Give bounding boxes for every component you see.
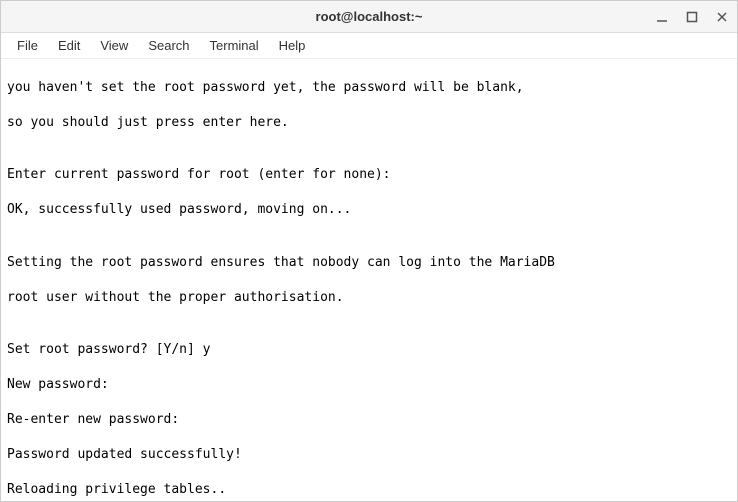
minimize-button[interactable]	[655, 10, 669, 24]
terminal-output[interactable]: you haven't set the root password yet, t…	[1, 59, 737, 501]
window-controls	[655, 1, 729, 33]
terminal-line: New password:	[7, 376, 731, 394]
terminal-line: Setting the root password ensures that n…	[7, 254, 731, 272]
terminal-line: root user without the proper authorisati…	[7, 289, 731, 307]
menu-edit[interactable]: Edit	[48, 35, 90, 56]
terminal-line: OK, successfully used password, moving o…	[7, 201, 731, 219]
titlebar: root@localhost:~	[1, 1, 737, 33]
minimize-icon	[656, 11, 668, 23]
maximize-button[interactable]	[685, 10, 699, 24]
menu-help[interactable]: Help	[269, 35, 316, 56]
terminal-line: Set root password? [Y/n] y	[7, 341, 731, 359]
terminal-line: you haven't set the root password yet, t…	[7, 79, 731, 97]
close-button[interactable]	[715, 10, 729, 24]
menubar: File Edit View Search Terminal Help	[1, 33, 737, 59]
terminal-line: Reloading privilege tables..	[7, 481, 731, 499]
maximize-icon	[686, 11, 698, 23]
close-icon	[716, 11, 728, 23]
terminal-line: Re-enter new password:	[7, 411, 731, 429]
terminal-line: so you should just press enter here.	[7, 114, 731, 132]
terminal-line: Password updated successfully!	[7, 446, 731, 464]
terminal-line: Enter current password for root (enter f…	[7, 166, 731, 184]
window-title: root@localhost:~	[316, 9, 423, 24]
menu-file[interactable]: File	[7, 35, 48, 56]
menu-search[interactable]: Search	[138, 35, 199, 56]
menu-terminal[interactable]: Terminal	[200, 35, 269, 56]
menu-view[interactable]: View	[90, 35, 138, 56]
